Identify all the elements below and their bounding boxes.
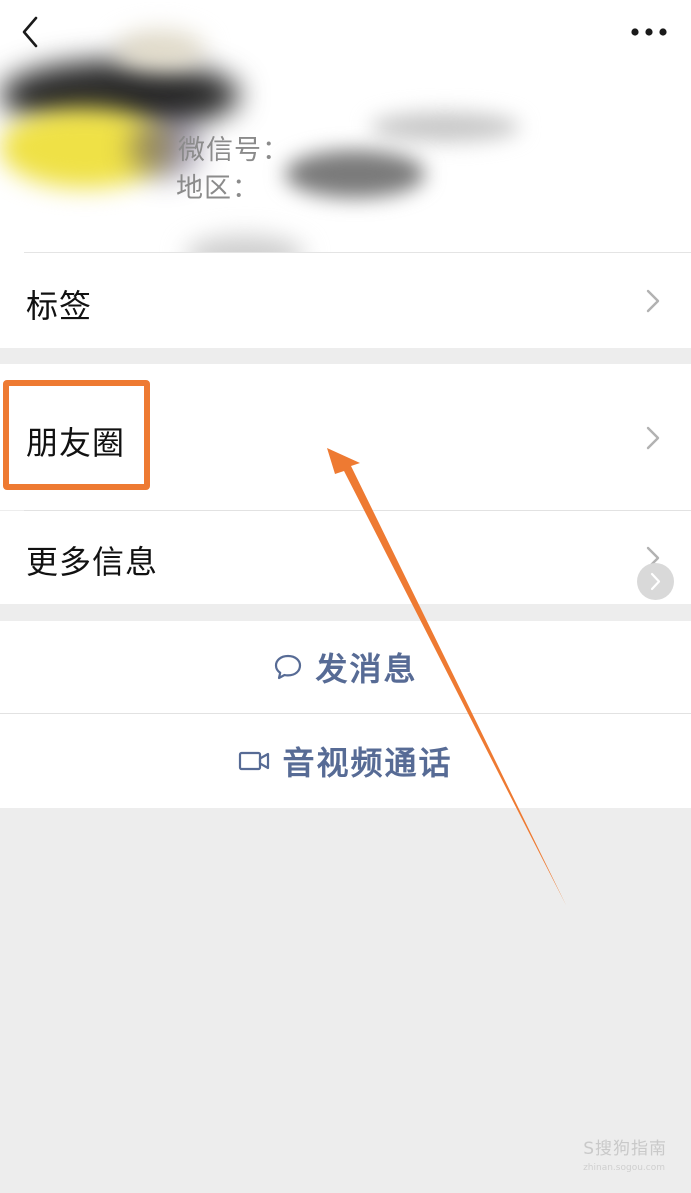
highlight-box [3,380,150,490]
voice-video-call-label: 音视频通话 [282,744,453,782]
obscured-region [285,150,425,198]
send-message-button[interactable]: 发消息 [0,621,691,713]
send-message-label: 发消息 [315,650,418,688]
section-gap [0,604,691,621]
voice-video-call-content: 音视频通话 [0,714,691,808]
watermark-url: zhinan.sogou.com [583,1163,665,1173]
wechat-id-label: 微信号： [178,135,290,166]
tags-label: 标签 [26,287,93,325]
floating-assist-button[interactable] [637,563,674,600]
voice-video-call-button[interactable]: 音视频通话 [0,714,691,808]
obscured-name [115,30,205,70]
contact-profile-page: 微信号： 地区： 标签 朋友圈 更多信息 发消息 音视频通话 S搜狗指南 zhi… [0,0,691,1193]
back-arrow-icon [22,16,38,48]
obscured-wechat-id [370,112,520,142]
video-camera-icon [239,751,270,771]
section-gap [0,348,691,364]
back-button[interactable] [14,12,54,52]
more-info-label: 更多信息 [26,543,159,581]
chevron-right-icon [646,426,660,450]
chevron-right-icon [650,572,661,591]
chevron-right-icon [646,289,660,313]
more-options-button[interactable] [627,14,671,50]
send-message-content: 发消息 [0,621,691,713]
tags-row[interactable]: 标签 [0,253,691,348]
watermark-logo: S搜狗指南 [583,1139,667,1159]
region-label: 地区： [176,173,260,204]
more-info-row[interactable]: 更多信息 [0,511,691,604]
chat-bubble-icon [275,654,302,680]
more-dots-icon [631,28,667,36]
